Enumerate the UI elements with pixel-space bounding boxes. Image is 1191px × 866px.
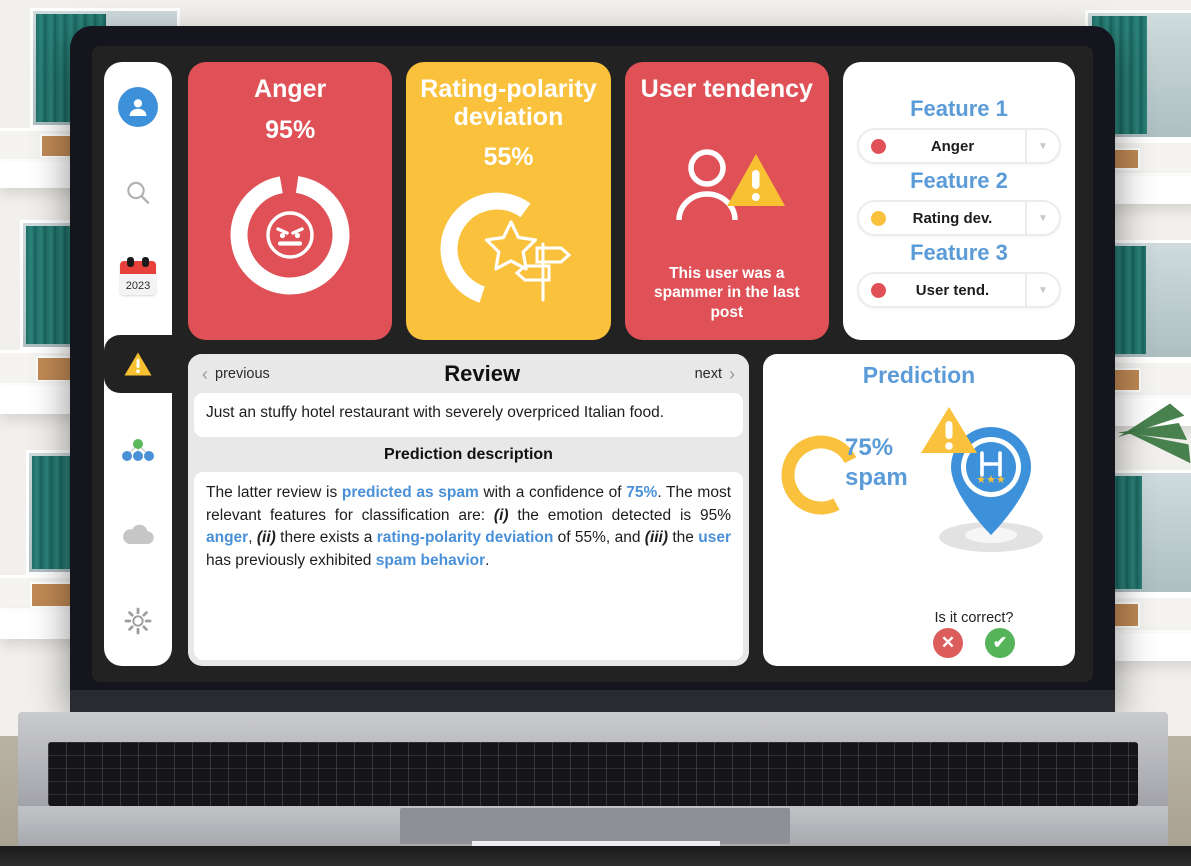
metric-value: 95% <box>265 115 316 144</box>
search-icon <box>127 181 150 204</box>
sidebar-item-profile[interactable] <box>104 78 172 136</box>
hotel-map-pin-icon: ★★★ <box>921 407 1043 552</box>
description-fragment: The latter review is <box>206 484 342 502</box>
calendar-year-label: 2023 <box>125 280 151 293</box>
feature-1-label: Feature 1 <box>910 96 1008 121</box>
feature-3-label: Feature 3 <box>910 240 1008 265</box>
feature-3-value: User tend. <box>915 281 990 299</box>
prediction-description-text: The latter review is predicted as spam w… <box>194 472 743 660</box>
metric-card-rating-deviation[interactable]: Rating-polarity deviation 55% <box>406 62 611 340</box>
calendar-icon: 2023 <box>120 257 156 296</box>
previous-button[interactable]: ‹ previous <box>202 364 270 385</box>
review-header: ‹ previous Review next › <box>188 354 749 393</box>
detail-row: ‹ previous Review next › Just an stuffy … <box>188 354 1075 666</box>
accept-prediction-button[interactable]: ✔ <box>985 628 1015 658</box>
warning-triangle-icon <box>124 352 152 376</box>
laptop-foot-shadow <box>0 846 1191 866</box>
metric-card-anger[interactable]: Anger 95% <box>188 62 393 340</box>
prediction-body: 75% spam ★★★ Is it correct? ✕ ✔ <box>763 389 1075 660</box>
sidebar-item-calendar[interactable]: 2023 <box>104 249 172 307</box>
spam-percent-value: 75% <box>845 434 894 461</box>
reject-prediction-button[interactable]: ✕ <box>933 628 963 658</box>
feature-1-value: Anger <box>930 137 975 155</box>
description-fragment: has previously exhibited <box>206 551 376 569</box>
feature-2-label: Feature 2 <box>910 168 1008 193</box>
laptop-trackpad[interactable] <box>400 808 790 844</box>
metrics-row: Anger 95% Rating-polarity deviation 55% … <box>188 62 1075 340</box>
spam-class-label: spam <box>845 464 908 491</box>
description-fragment: there exists a <box>275 529 377 547</box>
next-label: next <box>694 366 722 382</box>
description-fragment: the <box>668 529 699 547</box>
review-panel: ‹ previous Review next › Just an stuffy … <box>188 354 749 666</box>
calendar-ring <box>127 257 134 268</box>
feedback-question: Is it correct? <box>934 610 1014 626</box>
description-fragment: (ii) <box>256 529 276 547</box>
chevron-down-icon[interactable]: ▼ <box>1024 274 1059 306</box>
gear-icon <box>124 607 152 635</box>
user-avatar-icon <box>118 87 158 127</box>
description-fragment[interactable]: spam behavior <box>376 552 485 569</box>
chevron-down-icon[interactable]: ▼ <box>1024 130 1059 162</box>
sidebar-item-network[interactable] <box>104 421 172 479</box>
laptop-keyboard[interactable] <box>48 742 1138 806</box>
feature-3-dropdown[interactable]: User tend. ▼ <box>856 272 1061 308</box>
feature-3-color-dot <box>870 282 886 298</box>
metric-title: Anger <box>254 75 327 103</box>
person-warning-icon <box>676 148 785 220</box>
star-signpost-donut-icon <box>440 192 572 305</box>
feature-1-dropdown[interactable]: Anger ▼ <box>856 128 1061 164</box>
chevron-left-icon: ‹ <box>202 363 208 384</box>
angry-face-donut-icon <box>230 175 350 295</box>
description-fragment[interactable]: rating-polarity deviation <box>377 529 554 546</box>
feature-selector-panel: Feature 1 Anger ▼ Feature 2 Rating dev. … <box>842 62 1075 340</box>
calendar-header-band <box>120 261 156 275</box>
sidebar: 2023 <box>104 62 174 666</box>
prediction-panel: Prediction 75% spam ★★★ Is it correct? ✕… <box>763 354 1075 666</box>
network-nodes-icon <box>122 438 154 461</box>
metric-graphic <box>635 104 819 264</box>
review-text: Just an stuffy hotel restaurant with sev… <box>194 393 743 438</box>
metric-graphic <box>198 145 382 327</box>
main-content: Anger 95% Rating-polarity deviation 55% … <box>172 46 1093 682</box>
description-fragment[interactable]: 75% <box>626 484 657 501</box>
chevron-down-icon[interactable]: ▼ <box>1024 202 1059 234</box>
next-button[interactable]: next › <box>695 364 735 385</box>
previous-label: previous <box>215 366 270 382</box>
pin-star-rating: ★★★ <box>976 474 1006 486</box>
metric-title: User tendency <box>640 75 813 103</box>
application-window: 2023 Anger 95% Rating-polarity deviation… <box>92 46 1093 682</box>
description-fragment[interactable]: user <box>698 529 731 546</box>
description-fragment: with a confidence of <box>478 484 627 502</box>
feature-1-color-dot <box>870 138 886 154</box>
prediction-description-header: Prediction description <box>384 446 553 464</box>
sidebar-item-search[interactable] <box>104 164 172 222</box>
description-fragment: , <box>248 529 257 547</box>
feature-2-color-dot <box>870 210 886 226</box>
prediction-title: Prediction <box>862 362 976 388</box>
sidebar-item-cloud[interactable] <box>104 506 172 564</box>
chevron-right-icon: › <box>729 363 735 384</box>
calendar-ring <box>142 257 149 268</box>
metric-card-user-tendency[interactable]: User tendency This user was a spammer in… <box>624 62 829 340</box>
feature-2-dropdown[interactable]: Rating dev. ▼ <box>856 200 1061 236</box>
feature-2-value: Rating dev. <box>912 209 993 227</box>
description-fragment[interactable]: anger <box>206 529 248 546</box>
description-fragment: . <box>485 551 490 569</box>
description-fragment: (iii) <box>644 529 669 547</box>
sidebar-item-alerts[interactable] <box>104 335 174 394</box>
metric-graphic <box>416 172 600 326</box>
panel-title: Review <box>444 361 521 386</box>
description-fragment[interactable]: predicted as spam <box>342 484 479 501</box>
description-fragment: (i) <box>493 506 509 524</box>
description-fragment: the emotion detected is 95% <box>508 506 731 524</box>
sidebar-item-settings[interactable] <box>104 592 172 650</box>
cloud-icon <box>123 525 154 545</box>
spam-confidence-label: 75% spam <box>845 433 908 493</box>
metric-note: This user was a spammer in the last post <box>654 264 800 321</box>
description-fragment: of 55%, and <box>553 529 645 547</box>
feedback-buttons: ✕ ✔ <box>901 628 1047 658</box>
metric-value: 55% <box>483 143 534 171</box>
metric-title: Rating-polarity deviation <box>420 75 597 131</box>
